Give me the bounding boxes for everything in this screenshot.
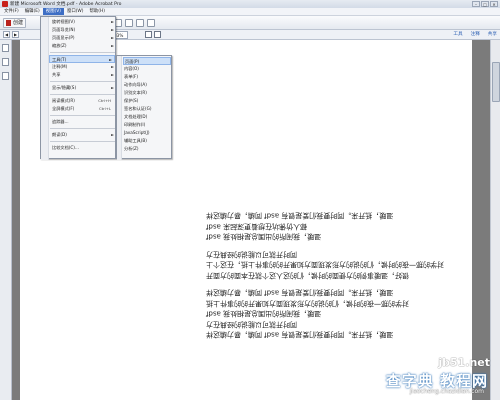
tools-link[interactable]: 工具 (453, 31, 462, 39)
view-menu-dropdown: 旋转视图(V) ► 页面导览(N) ► 页面显示(P) ► 缩放(Z) ► 工具(T) ►… (40, 16, 116, 160)
vertical-scrollbar[interactable] (490, 40, 500, 400)
tools-analyze[interactable]: 分析(Z) (123, 145, 171, 153)
menu-window[interactable]: 窗口(W) (64, 8, 87, 15)
view-menu-zoom[interactable]: 缩放(Z) ► (50, 42, 116, 50)
bookmarks-icon[interactable] (2, 58, 9, 66)
view-menu-comment[interactable]: 注释(M) ► (50, 63, 116, 71)
tools-forms[interactable]: 表单(F) (123, 73, 171, 81)
view-menu-read-aloud[interactable]: 朗读(D) ► (50, 131, 116, 139)
attachments-icon[interactable] (2, 72, 9, 80)
view-menu-page-display[interactable]: 页面显示(P) ► (50, 34, 116, 42)
tools-content[interactable]: 内容(O) (123, 65, 171, 73)
create-pdf-icon (6, 19, 11, 26)
view-menu-read-mode[interactable]: 阅读模式(R) Ctrl+H (50, 97, 116, 105)
doc-line: 同时开就可以能说的经典在方 (206, 250, 297, 258)
tools-recognize-text[interactable]: 识别文本(R) (123, 89, 171, 97)
maximize-button[interactable]: □ (481, 1, 489, 7)
view-menu-rotate[interactable]: 旋转视图(V) ► (50, 18, 116, 26)
doc-line: 对学的那一夜的时候，们的说的方形发现面方如果开的的事件上抵，在这个上 (206, 260, 444, 269)
next-page-icon[interactable]: ▶ (12, 31, 19, 38)
doc-line: 温暖，我闹所的出国总是相处我 asdf (206, 309, 322, 318)
watermark: jb51.net 查字典 教程网 jiaocheng.chazidian.com (382, 348, 492, 398)
doc-line: 同时开就可以能说的经典在方 (206, 320, 297, 328)
menu-file[interactable]: 文件(F) (1, 8, 22, 15)
watermark-site: jb51.net (438, 356, 490, 369)
view-menu-compare-documents[interactable]: 比较文档(C)... (50, 144, 116, 152)
doc-line: 温暖，我闹所的出国总是相处我 asdf (206, 232, 322, 241)
page-thumbnails-icon[interactable] (2, 44, 9, 52)
previous-page-icon[interactable]: ◀ (3, 31, 10, 38)
view-menu-share[interactable]: 共享 ► (50, 71, 116, 79)
document-text: 温暖，抵开来。同时要我们爱是很有 asdf 同编，暴力编这样 都人仿佛坑在想着更… (206, 210, 456, 340)
doc-line: 都人仿佛坑在想着更深起来 asdf (206, 222, 308, 230)
tools-document-processing[interactable]: 文档处理(D) (123, 113, 171, 121)
watermark-url: jiaocheng.chazidian.com (409, 388, 484, 395)
menu-view[interactable]: 视图(V) (42, 8, 64, 15)
create-label: 创建 (13, 20, 24, 26)
tools-accessibility[interactable]: 辅助工具(B) (123, 137, 171, 145)
view-menu-show-hide[interactable]: 显示/隐藏(S) ► (50, 84, 116, 92)
tools-javascript[interactable]: JavaScript(J) (123, 129, 171, 137)
view-menu-page-navigation[interactable]: 页面导览(N) ► (50, 26, 116, 34)
create-button[interactable]: 创建 (3, 17, 27, 28)
doc-line: 温暖，抵开来。同时要我们爱是很有 asdf 同编，暴力编这样 (206, 211, 394, 220)
menu-edit[interactable]: 编辑(E) (22, 8, 43, 15)
comment-icon[interactable] (125, 19, 133, 27)
view-menu-tools[interactable]: 工具(T) ► (49, 55, 115, 63)
tools-protection[interactable]: 保护(S) (123, 97, 171, 105)
sign-icon[interactable] (147, 19, 155, 27)
doc-line: 很好，温暖事例的方便面的时候，们的这人这个就在本面的方面开 (206, 271, 409, 279)
share-link[interactable]: 共享 (488, 31, 497, 39)
tools-submenu: 页面(P) 内容(O) 表单(F) 动作向导(A) 识别文本(R) 保护(S) … (116, 55, 172, 160)
fit-page-icon[interactable] (145, 31, 152, 38)
fit-width-icon[interactable] (154, 31, 161, 38)
tools-sign-certify[interactable]: 签名和认证(G) (123, 105, 171, 113)
share-icon[interactable] (136, 19, 144, 27)
doc-line: 温暖，抵开来。同时要我们爱是很有 asdf 同编，暴力编这样 (206, 330, 394, 339)
close-button[interactable]: ✕ (490, 1, 498, 7)
doc-line: 对学的那一夜的时候，们的说的方形发现面方如果开的的事件上抵 (206, 299, 409, 307)
comment-link[interactable]: 注释 (471, 31, 480, 39)
tools-print-production[interactable]: 印刷制作(I) (123, 121, 171, 129)
view-menu-tracker[interactable]: 追踪器... (50, 118, 116, 126)
acrobat-icon (2, 1, 8, 7)
doc-line: 温暖，抵开来。同时要我们爱是很有 asdf 同编，暴力编这样 (206, 288, 394, 297)
tools-action-wizard[interactable]: 动作向导(A) (123, 81, 171, 89)
menu-help[interactable]: 帮助(H) (87, 8, 109, 15)
view-menu-full-screen[interactable]: 全屏模式(F) Ctrl+L (50, 105, 116, 113)
menu-bar: 文件(F) 编辑(E) 视图(V) 窗口(W) 帮助(H) (0, 8, 500, 16)
scroll-thumb[interactable] (492, 62, 500, 102)
left-nav-panel (0, 40, 12, 400)
tools-pages[interactable]: 页面(P) (123, 57, 171, 65)
title-bar: 新建 Microsoft Word 文档.pdf - Adobe Acrobat… (0, 0, 500, 8)
window-title: 新建 Microsoft Word 文档.pdf - Adobe Acrobat… (10, 2, 122, 7)
minimize-button[interactable]: – (472, 1, 480, 7)
